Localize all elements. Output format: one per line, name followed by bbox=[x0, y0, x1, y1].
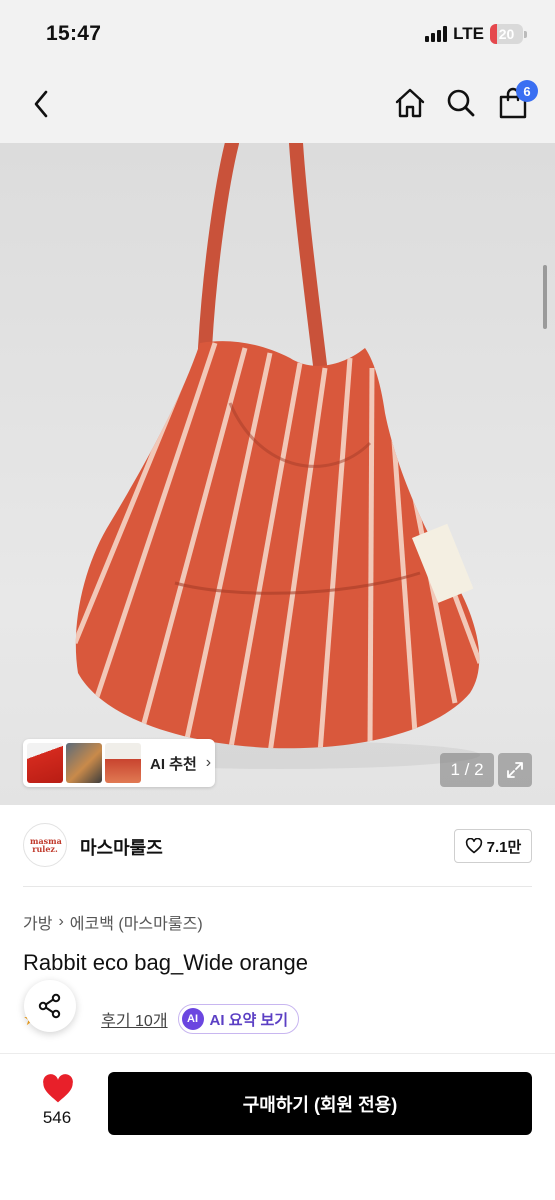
ai-recommend-chip[interactable]: AI 추천 › bbox=[23, 739, 215, 787]
battery-icon: 20 bbox=[490, 24, 523, 44]
home-button[interactable] bbox=[393, 86, 427, 120]
brand-like-button[interactable]: 7.1만 bbox=[454, 829, 532, 863]
cart-button[interactable]: 6 bbox=[496, 80, 538, 120]
product-image[interactable] bbox=[0, 143, 555, 805]
chevron-left-icon bbox=[34, 90, 48, 118]
review-link[interactable]: 후기 10개 bbox=[101, 1007, 167, 1031]
divider bbox=[23, 886, 532, 887]
recommend-thumb-3 bbox=[105, 743, 141, 783]
heart-icon bbox=[43, 1074, 73, 1103]
chevron-right-icon: › bbox=[58, 913, 64, 930]
product-title: Rabbit eco bag_Wide orange bbox=[23, 950, 308, 975]
expand-button[interactable] bbox=[498, 753, 532, 787]
ai-summary-label: AI 요약 보기 bbox=[209, 1011, 289, 1029]
wishlist-button[interactable] bbox=[42, 1074, 74, 1104]
chevron-right-icon: › bbox=[205, 754, 212, 771]
status-indicators: LTE 20 bbox=[425, 24, 527, 44]
home-icon bbox=[395, 88, 425, 118]
brand-like-count: 7.1만 bbox=[486, 838, 522, 856]
scrollbar[interactable] bbox=[543, 265, 547, 329]
breadcrumb: 가방 › 에코백 (마스마룰즈) bbox=[23, 910, 203, 934]
ai-summary-button[interactable]: AI AI 요약 보기 bbox=[177, 1004, 300, 1034]
network-label: LTE bbox=[453, 24, 484, 43]
brand-name[interactable]: 마스마룰즈 bbox=[80, 834, 163, 860]
brand-logo[interactable]: masma rulez. bbox=[23, 823, 67, 867]
search-icon bbox=[447, 89, 475, 117]
back-button[interactable] bbox=[26, 88, 56, 120]
brand-logo-text: masma rulez. bbox=[30, 836, 62, 854]
ai-badge-icon: AI bbox=[181, 1008, 204, 1030]
share-icon bbox=[38, 993, 61, 1019]
top-bar: 15:47 LTE 20 6 bbox=[0, 0, 555, 143]
heart-outline-icon bbox=[465, 838, 482, 854]
recommend-thumb-2 bbox=[66, 743, 102, 783]
wishlist-count: 546 bbox=[42, 1108, 72, 1127]
search-button[interactable] bbox=[444, 86, 478, 120]
status-time: 15:47 bbox=[46, 22, 102, 45]
ai-recommend-label: AI 추천 bbox=[150, 755, 197, 773]
breadcrumb-item[interactable]: 가방 bbox=[23, 910, 52, 934]
bag-illustration bbox=[75, 143, 480, 769]
buy-button[interactable]: 구매하기 (회원 전용) bbox=[108, 1072, 532, 1135]
breadcrumb-item[interactable]: 에코백 (마스마룰즈) bbox=[70, 910, 203, 934]
recommend-thumb-1 bbox=[27, 743, 63, 783]
cart-count-badge: 6 bbox=[516, 80, 538, 102]
battery-level: 20 bbox=[498, 26, 515, 42]
expand-icon bbox=[507, 762, 523, 778]
page-indicator: 1 / 2 bbox=[440, 753, 494, 787]
share-button[interactable] bbox=[24, 980, 76, 1032]
signal-icon bbox=[425, 26, 448, 42]
